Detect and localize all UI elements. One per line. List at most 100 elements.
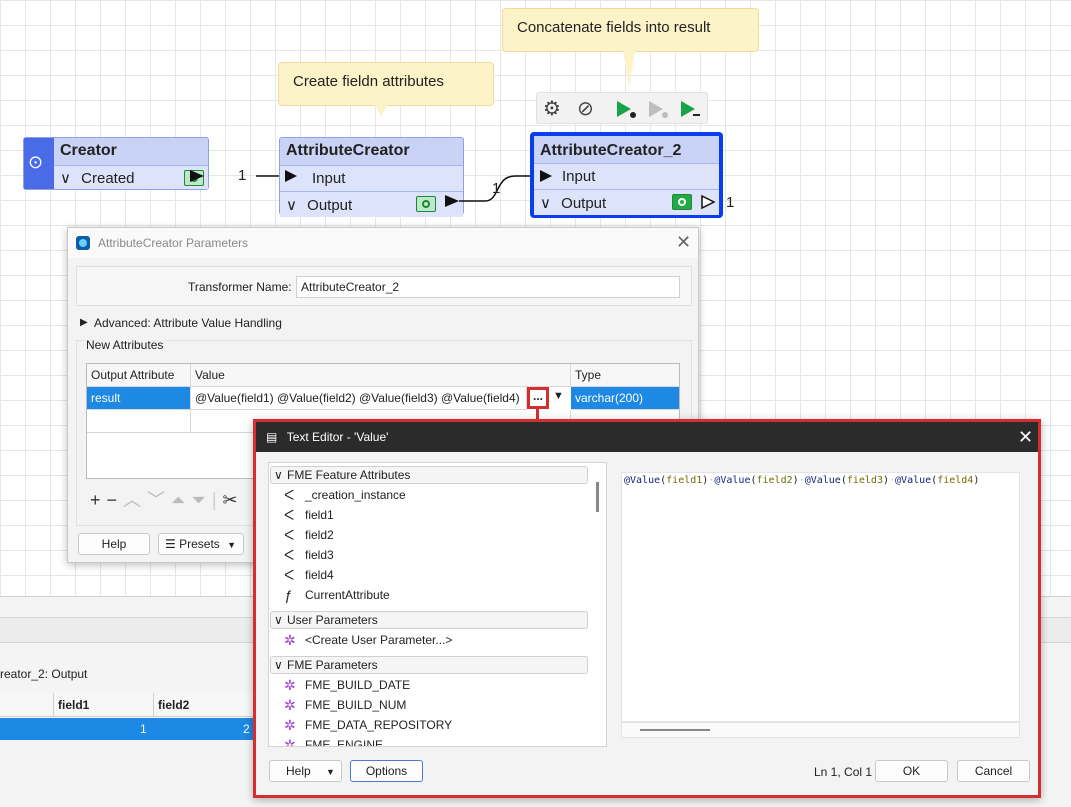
attributecreator-node[interactable]: AttributeCreator Input ∨ Output [279, 137, 464, 217]
parameters-dialog-titlebar[interactable]: AttributeCreator Parameters [68, 228, 698, 258]
tree-item-attribute[interactable]: field2 [305, 527, 334, 543]
table-toolbar: +−︿﹀⏶⏷|✂ [90, 486, 244, 512]
run-from-this-icon[interactable] [647, 99, 669, 119]
dropdown-arrow-icon: ▼ [227, 540, 237, 550]
attributecreator-input-port[interactable]: Input [280, 165, 463, 191]
tree-item-attribute[interactable]: field1 [305, 507, 334, 523]
attributecreator-input-label: Input [312, 170, 346, 187]
code-arg: field2 [756, 475, 793, 486]
dropdown-arrow-icon[interactable]: ▼ [553, 390, 564, 402]
tree-item-attribute[interactable]: _creation_instance [305, 487, 406, 503]
annotation-text: Create fieldn attributes [293, 73, 444, 90]
editor-help-label: Help [286, 764, 311, 778]
dropdown-arrow-icon: ▼ [326, 767, 335, 777]
locked-parameter-icon: ✲ [284, 697, 296, 713]
creator-node[interactable]: ⊙ Creator ∨ Created [23, 137, 209, 190]
attributecreator-2-output-port[interactable]: ∨ Output [534, 189, 719, 215]
chevron-down-icon[interactable]: ∨ [60, 170, 71, 187]
move-down-icon[interactable]: ﹀ [147, 490, 171, 510]
help-button[interactable]: Help [78, 533, 150, 555]
horizontal-scrollbar[interactable] [621, 722, 1020, 738]
attributecreator-2-input-port[interactable]: Input [534, 163, 719, 189]
chevron-down-icon[interactable]: ∨ [540, 195, 551, 212]
attributecreator-2-output-label: Output [561, 195, 607, 212]
tree-item-create-parameter[interactable]: <Create User Parameter...> [305, 632, 452, 648]
creator-port-row[interactable]: ∨ Created [54, 165, 208, 189]
code-editor[interactable]: @Value(field1)·@Value(field2)·@Value(fie… [621, 472, 1020, 722]
presets-button[interactable]: ☰ Presets ▼ [158, 533, 244, 555]
editor-help-button[interactable]: Help ▼ [269, 760, 342, 782]
results-row-selected[interactable]: 1 2 [0, 718, 260, 740]
tree-scrollbar[interactable] [596, 482, 599, 512]
run-to-this-icon[interactable] [615, 99, 637, 119]
tree-item-parameter[interactable]: FME_ENGINE [305, 737, 383, 746]
remove-row-icon[interactable]: − [107, 490, 124, 510]
tree-item-parameter[interactable]: FME_BUILD_NUM [305, 697, 406, 713]
disable-icon[interactable]: ⊘ [577, 96, 594, 121]
output-count: 1 [726, 194, 735, 211]
column-header-output-attribute[interactable]: Output Attribute [87, 364, 191, 387]
column-divider [153, 693, 154, 717]
triangle-right-icon[interactable]: ▶ [80, 317, 88, 328]
close-icon[interactable]: ✕ [676, 232, 691, 253]
chevron-down-icon[interactable]: ∨ [274, 657, 283, 673]
ellipsis-button[interactable]: ... [527, 387, 549, 409]
column-header-field2[interactable]: field2 [158, 698, 189, 712]
column-header-type[interactable]: Type [571, 364, 679, 387]
attribute-icon: ᐸ [284, 487, 295, 503]
attributecreator-output-port[interactable]: ∨ Output [280, 191, 463, 217]
chevron-down-icon[interactable]: ∨ [274, 612, 283, 628]
tree-item-parameter[interactable]: FME_DATA_REPOSITORY [305, 717, 452, 733]
presets-label: Presets [179, 537, 220, 551]
locked-parameter-icon: ✲ [284, 677, 296, 693]
tree-section-fme-parameters[interactable]: ∨ FME Parameters [270, 656, 588, 674]
ok-button[interactable]: OK [875, 760, 948, 782]
cell-output-attribute[interactable]: result [87, 387, 191, 410]
cut-icon[interactable]: ✂ [223, 490, 244, 510]
gear-icon[interactable]: ⚙ [543, 96, 561, 121]
annotation-create-fields[interactable]: Create fieldn attributes [278, 62, 494, 117]
transformer-name-label: Transformer Name: [188, 280, 292, 294]
annotation-concatenate[interactable]: Concatenate fields into result [502, 8, 759, 87]
advanced-section-label[interactable]: Advanced: Attribute Value Handling [94, 316, 282, 330]
cell-value[interactable]: @Value(field1) @Value(field2) @Value(fie… [191, 387, 527, 410]
attribute-icon: ᐸ [284, 527, 295, 543]
tree-item-function[interactable]: CurrentAttribute [305, 587, 390, 603]
creator-icon: ⊙ [28, 152, 44, 172]
scrollbar-thumb[interactable] [640, 729, 710, 731]
options-button[interactable]: Options [350, 760, 423, 782]
transformer-name-input[interactable]: AttributeCreator_2 [296, 276, 680, 298]
text-editor-titlebar[interactable]: ▤ Text Editor - 'Value' [256, 422, 1038, 452]
code-fn: @Value [895, 475, 932, 486]
tree-section-user-parameters[interactable]: ∨ User Parameters [270, 611, 588, 629]
tree-section-feature-attributes[interactable]: ∨ FME Feature Attributes [270, 466, 588, 484]
tree-item-parameter[interactable]: FME_BUILD_DATE [305, 677, 410, 693]
attributecreator-title: AttributeCreator [286, 142, 410, 159]
eye-icon[interactable] [672, 194, 692, 210]
tree-section-label: User Parameters [287, 613, 378, 627]
chevron-down-icon[interactable]: ∨ [286, 197, 297, 214]
tree-item-attribute[interactable]: field3 [305, 547, 334, 563]
move-up-icon[interactable]: ︿ [123, 490, 147, 510]
new-attributes-label: New Attributes [84, 338, 166, 352]
tree-item-attribute[interactable]: field4 [305, 567, 334, 583]
move-top-icon[interactable]: ⏶ [171, 490, 191, 510]
move-bottom-icon[interactable]: ⏷ [191, 490, 211, 510]
code-line: @Value(field1)·@Value(field2)·@Value(fie… [624, 475, 980, 486]
column-header-value[interactable]: Value [191, 364, 571, 387]
attribute-icon: ᐸ [284, 507, 295, 523]
cancel-button[interactable]: Cancel [957, 760, 1030, 782]
close-icon[interactable]: ✕ [1018, 427, 1033, 448]
function-icon: ƒ [284, 587, 292, 603]
eye-icon[interactable] [416, 196, 436, 212]
attributecreator-2-title: AttributeCreator_2 [540, 142, 682, 159]
attributecreator-2-node[interactable]: AttributeCreator_2 Input ∨ Output [530, 132, 723, 218]
column-header-field1[interactable]: field1 [58, 698, 89, 712]
text-editor-title: Text Editor - 'Value' [286, 430, 389, 444]
run-step-icon[interactable] [679, 99, 701, 119]
cell-field1: 1 [140, 722, 147, 736]
chevron-down-icon[interactable]: ∨ [274, 467, 283, 483]
add-row-icon[interactable]: + [90, 490, 107, 510]
bottom-panel-tab[interactable]: reator_2: Output [0, 667, 87, 681]
cell-type[interactable]: varchar(200) [571, 387, 679, 410]
